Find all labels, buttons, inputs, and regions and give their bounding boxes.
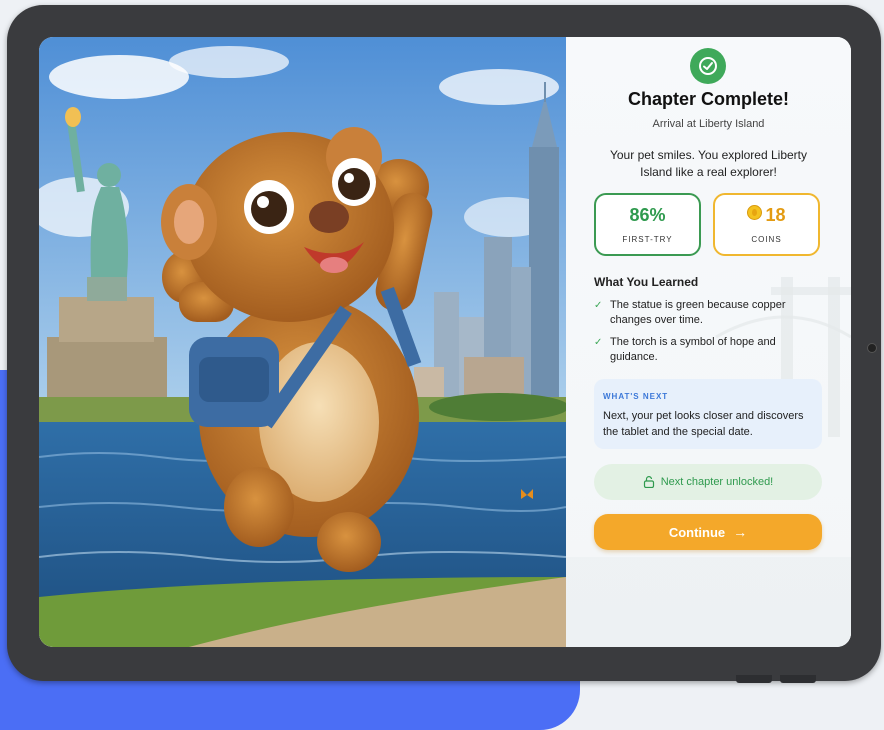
- chapter-unlocked-banner: Next chapter unlocked!: [594, 464, 822, 500]
- unlocked-text: Next chapter unlocked!: [660, 476, 774, 488]
- whats-next-text: Next, your pet looks closer and discover…: [603, 410, 804, 438]
- learned-heading: What You Learned: [594, 275, 699, 289]
- checkmark-icon: ✓: [594, 337, 603, 348]
- first-try-value: 86%: [629, 205, 666, 225]
- learned-list: ✓ The statue is green because copper cha…: [594, 298, 824, 372]
- learned-item-text: The statue is green because copper chang…: [610, 299, 786, 326]
- camera-dot: [867, 343, 877, 353]
- learned-item-text: The torch is a symbol of hope and guidan…: [610, 336, 776, 363]
- first-try-stat-card: 86% FIRST-TRY: [594, 193, 701, 256]
- unlock-icon: [643, 476, 654, 488]
- tablet-screen: Chapter Complete! Arrival at Liberty Isl…: [39, 37, 851, 647]
- coins-stat-card: 18 COINS: [713, 193, 820, 256]
- page-title: Chapter Complete!: [627, 89, 789, 109]
- chapter-complete-panel: Chapter Complete! Arrival at Liberty Isl…: [566, 37, 851, 647]
- check-circle-icon: [690, 48, 726, 84]
- completion-message: Your pet smiles. You explored Liberty Is…: [609, 148, 807, 179]
- continue-button[interactable]: Continue →: [594, 514, 822, 550]
- list-item: ✓ The statue is green because copper cha…: [594, 298, 824, 328]
- coins-value-row: 18: [715, 205, 818, 226]
- whats-next-label: WHAT'S NEXT: [603, 392, 669, 401]
- coins-label: COINS: [751, 235, 782, 244]
- continue-label: Continue: [668, 524, 726, 540]
- arrow-right-icon: →: [733, 524, 748, 540]
- whats-next-card: WHAT'S NEXT Next, your pet looks closer …: [594, 379, 822, 449]
- checkmark-icon: ✓: [594, 300, 603, 311]
- liberty-island-illustration: [39, 37, 566, 647]
- chapter-subtitle: Arrival at Liberty Island: [652, 118, 765, 130]
- first-try-label: FIRST-TRY: [622, 235, 673, 244]
- coins-value: 18: [765, 205, 786, 225]
- coin-icon: [747, 205, 763, 220]
- tablet-button: [780, 675, 816, 683]
- list-item: ✓ The torch is a symbol of hope and guid…: [594, 335, 824, 365]
- tablet-button: [736, 675, 772, 683]
